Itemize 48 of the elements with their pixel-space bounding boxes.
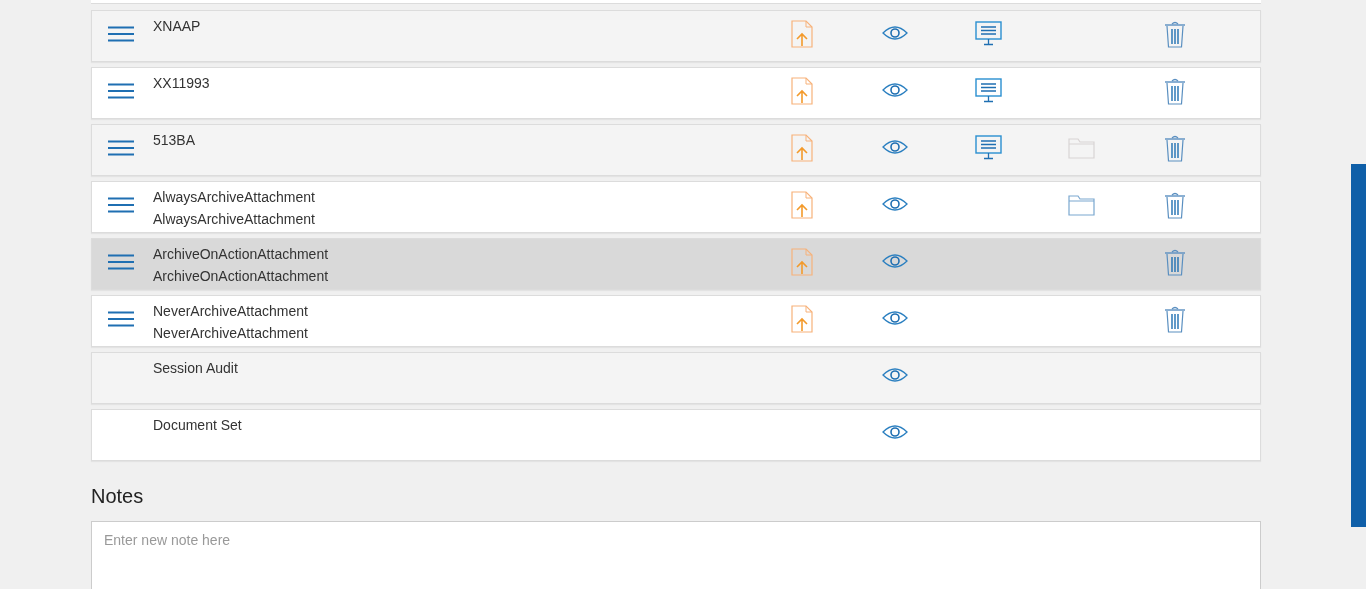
view-icon[interactable] [882,139,908,155]
attachment-name: XX11993 [153,74,211,93]
delete-icon[interactable] [1163,249,1186,276]
note-input-field[interactable]: Enter new note here [91,521,1261,589]
menu-icon[interactable] [108,197,134,213]
delete-icon[interactable] [1163,135,1186,162]
delete-icon[interactable] [1163,192,1186,219]
menu-icon[interactable] [108,83,134,99]
attachment-row[interactable]: NeverArchiveAttachment NeverArchiveAttachment [91,295,1261,347]
view-icon[interactable] [882,310,908,326]
delete-icon[interactable] [1163,306,1186,333]
attachment-name: AlwaysArchiveAttachment [153,188,316,207]
menu-icon[interactable] [108,140,134,156]
attachment-name: NeverArchiveAttachment [153,324,309,343]
menu-icon[interactable] [108,26,134,42]
attachment-name: NeverArchiveAttachment [153,302,309,321]
view-icon[interactable] [882,196,908,212]
attachment-row[interactable]: AlwaysArchiveAttachment AlwaysArchiveAttachment [91,181,1261,233]
attachment-name: Session Audit [153,359,239,378]
menu-icon[interactable] [108,311,134,327]
attachment-row[interactable]: XNAAP [91,10,1261,62]
view-icon[interactable] [882,253,908,269]
attachment-row[interactable]: Session Audit [91,352,1261,404]
scrollbar-thumb[interactable] [1351,164,1366,527]
file-upload-icon[interactable] [790,77,813,105]
attachment-row[interactable]: ArchiveOnActionAttachment ArchiveOnActionAttachment [91,238,1261,290]
attachment-name: ArchiveOnActionAttachment [153,267,330,286]
monitor-icon[interactable] [975,78,1002,103]
monitor-icon[interactable] [975,135,1002,160]
attachment-row[interactable]: XX11993 [91,67,1261,119]
notes-heading: Notes [91,484,145,509]
attachment-name: XNAAP [153,17,202,36]
attachment-row[interactable]: Document Set [91,409,1261,461]
delete-icon[interactable] [1163,21,1186,48]
view-icon[interactable] [882,424,908,440]
monitor-icon[interactable] [975,21,1002,46]
file-upload-icon[interactable] [790,191,813,219]
attachment-name: 513BA [153,131,197,150]
delete-icon[interactable] [1163,78,1186,105]
attachment-name: ArchiveOnActionAttachment [153,245,330,264]
menu-icon[interactable] [108,254,134,270]
view-icon[interactable] [882,82,908,98]
view-icon[interactable] [882,25,908,41]
view-icon[interactable] [882,367,908,383]
attachment-row[interactable]: 513BA [91,124,1261,176]
attachment-name: Document Set [153,416,243,435]
attachment-name: AlwaysArchiveAttachment [153,210,316,229]
file-upload-icon[interactable] [790,305,813,333]
